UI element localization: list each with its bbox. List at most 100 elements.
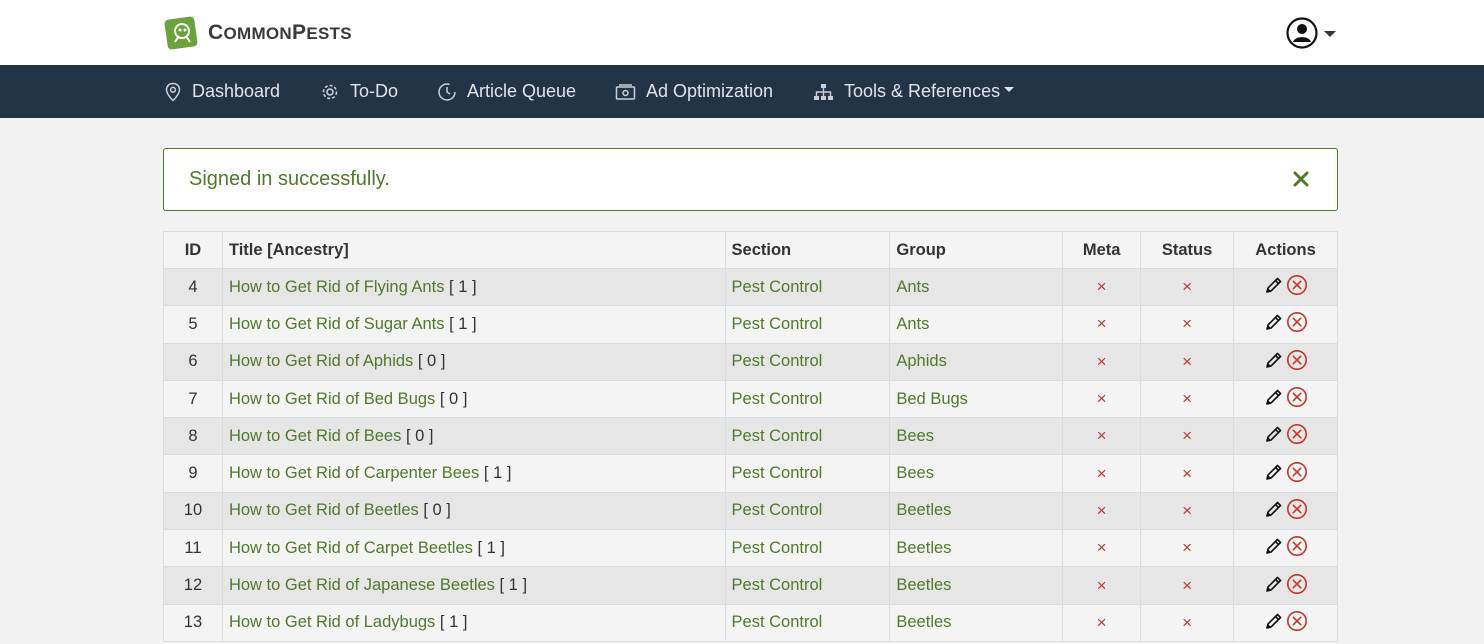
- section-link[interactable]: Pest Control: [732, 278, 823, 296]
- row-id: 4: [163, 267, 223, 307]
- circle-x-icon[interactable]: [1286, 461, 1308, 483]
- article-title-link[interactable]: How to Get Rid of Ladybugs: [229, 613, 435, 631]
- row-section-cell: Pest Control: [724, 342, 891, 381]
- group-link[interactable]: Bed Bugs: [896, 390, 968, 408]
- group-link[interactable]: Beetles: [896, 576, 951, 594]
- circle-x-icon[interactable]: [1286, 423, 1308, 445]
- row-actions-cell: [1233, 603, 1338, 642]
- row-section-cell: Pest Control: [724, 529, 891, 568]
- row-group-cell: Beetles: [889, 529, 1064, 568]
- group-link[interactable]: Bees: [896, 427, 934, 445]
- circle-x-icon[interactable]: [1286, 535, 1308, 557]
- status-missing-icon: ×: [1182, 500, 1193, 520]
- circle-x-icon[interactable]: [1286, 349, 1308, 371]
- row-group-cell: Bed Bugs: [889, 379, 1064, 419]
- row-meta-cell: ×: [1062, 342, 1142, 381]
- column-header-group[interactable]: Group: [889, 231, 1064, 269]
- row-group-cell: Ants: [889, 267, 1064, 307]
- article-title-link[interactable]: How to Get Rid of Japanese Beetles: [229, 576, 495, 594]
- circle-x-icon[interactable]: [1286, 274, 1308, 296]
- row-meta-cell: ×: [1062, 305, 1142, 344]
- pencil-icon[interactable]: [1264, 499, 1284, 519]
- row-id: 6: [163, 342, 223, 381]
- group-link[interactable]: Beetles: [896, 539, 951, 557]
- circle-x-icon[interactable]: [1286, 311, 1308, 333]
- group-link[interactable]: Bees: [896, 464, 934, 482]
- chevron-down-icon: [1004, 87, 1015, 92]
- table-row: 6 How to Get Rid of Aphids [ 0 ] Pest Co…: [163, 342, 1338, 381]
- meta-missing-icon: ×: [1096, 612, 1107, 632]
- row-ancestry: [ 0 ]: [423, 501, 451, 520]
- article-title-link[interactable]: How to Get Rid of Flying Ants: [229, 278, 445, 296]
- meta-missing-icon: ×: [1096, 500, 1107, 520]
- section-link[interactable]: Pest Control: [732, 352, 823, 370]
- group-link[interactable]: Beetles: [896, 501, 951, 519]
- circle-x-icon[interactable]: [1286, 386, 1308, 408]
- row-status-cell: ×: [1140, 267, 1235, 307]
- section-link[interactable]: Pest Control: [732, 315, 823, 333]
- article-title-link[interactable]: How to Get Rid of Aphids: [229, 352, 413, 370]
- pencil-icon[interactable]: [1264, 424, 1284, 444]
- circle-x-icon[interactable]: [1286, 498, 1308, 520]
- group-link[interactable]: Aphids: [896, 352, 946, 370]
- nav-dashboard[interactable]: Dashboard: [164, 65, 280, 118]
- pencil-icon[interactable]: [1264, 387, 1284, 407]
- row-meta-cell: ×: [1062, 379, 1142, 419]
- article-title-link[interactable]: How to Get Rid of Bees: [229, 427, 401, 445]
- section-link[interactable]: Pest Control: [732, 539, 823, 557]
- section-link[interactable]: Pest Control: [732, 501, 823, 519]
- article-title-link[interactable]: How to Get Rid of Beetles: [229, 501, 419, 519]
- nav-article-queue[interactable]: Article Queue: [437, 65, 576, 118]
- table-row: 10 How to Get Rid of Beetles [ 0 ] Pest …: [163, 491, 1338, 531]
- table-row: 5 How to Get Rid of Sugar Ants [ 1 ] Pes…: [163, 305, 1338, 344]
- article-title-link[interactable]: How to Get Rid of Carpet Beetles: [229, 539, 473, 557]
- main-navbar: Dashboard To-Do Article Queue Ad Optimiz…: [0, 65, 1484, 118]
- pencil-icon[interactable]: [1264, 275, 1284, 295]
- pencil-icon[interactable]: [1264, 312, 1284, 332]
- column-header-meta[interactable]: Meta: [1062, 231, 1142, 269]
- column-header-section[interactable]: Section: [724, 231, 891, 269]
- pencil-icon[interactable]: [1264, 462, 1284, 482]
- row-ancestry: [ 0 ]: [417, 352, 446, 371]
- group-link[interactable]: Ants: [896, 315, 929, 333]
- nav-todo[interactable]: To-Do: [320, 65, 398, 118]
- row-meta-cell: ×: [1062, 603, 1142, 642]
- group-link[interactable]: Beetles: [896, 613, 951, 631]
- article-title-link[interactable]: How to Get Rid of Bed Bugs: [229, 390, 435, 408]
- section-link[interactable]: Pest Control: [732, 464, 823, 482]
- circle-x-icon[interactable]: [1286, 610, 1308, 632]
- column-header-status[interactable]: Status: [1140, 231, 1235, 269]
- group-link[interactable]: Ants: [896, 278, 929, 296]
- nav-ad-optimization[interactable]: Ad Optimization: [615, 65, 773, 118]
- section-link[interactable]: Pest Control: [732, 390, 823, 408]
- meta-missing-icon: ×: [1096, 426, 1107, 446]
- row-ancestry: [ 1 ]: [499, 576, 528, 595]
- column-header-title[interactable]: Title [Ancestry]: [221, 231, 726, 269]
- article-title-link[interactable]: How to Get Rid of Sugar Ants: [229, 315, 445, 333]
- circle-x-icon[interactable]: [1286, 573, 1308, 595]
- row-section-cell: Pest Control: [724, 267, 891, 307]
- clock-icon: [438, 82, 456, 101]
- row-status-cell: ×: [1140, 566, 1235, 605]
- pencil-icon[interactable]: [1264, 574, 1284, 594]
- pencil-icon[interactable]: [1264, 350, 1284, 370]
- section-link[interactable]: Pest Control: [732, 613, 823, 631]
- close-icon[interactable]: [1291, 169, 1311, 189]
- row-section-cell: Pest Control: [724, 305, 891, 344]
- row-ancestry: [ 1 ]: [477, 538, 505, 557]
- nav-dashboard-label: Dashboard: [192, 81, 281, 101]
- row-group-cell: Bees: [889, 454, 1064, 493]
- pencil-icon[interactable]: [1264, 536, 1284, 556]
- pencil-icon[interactable]: [1264, 611, 1284, 631]
- nav-tools-references[interactable]: Tools & References: [813, 65, 1015, 118]
- article-title-link[interactable]: How to Get Rid of Carpenter Bees: [229, 464, 479, 482]
- row-group-cell: Ants: [889, 305, 1064, 344]
- table-row: 8 How to Get Rid of Bees [ 0 ] Pest Cont…: [163, 417, 1338, 456]
- section-link[interactable]: Pest Control: [732, 427, 823, 445]
- section-link[interactable]: Pest Control: [732, 576, 823, 594]
- column-header-id[interactable]: ID: [163, 231, 223, 269]
- meta-missing-icon: ×: [1096, 351, 1107, 371]
- user-menu-toggle[interactable]: [1286, 17, 1336, 54]
- brand[interactable]: C OMMON P ESTS: [164, 15, 352, 51]
- row-group-cell: Bees: [889, 417, 1064, 456]
